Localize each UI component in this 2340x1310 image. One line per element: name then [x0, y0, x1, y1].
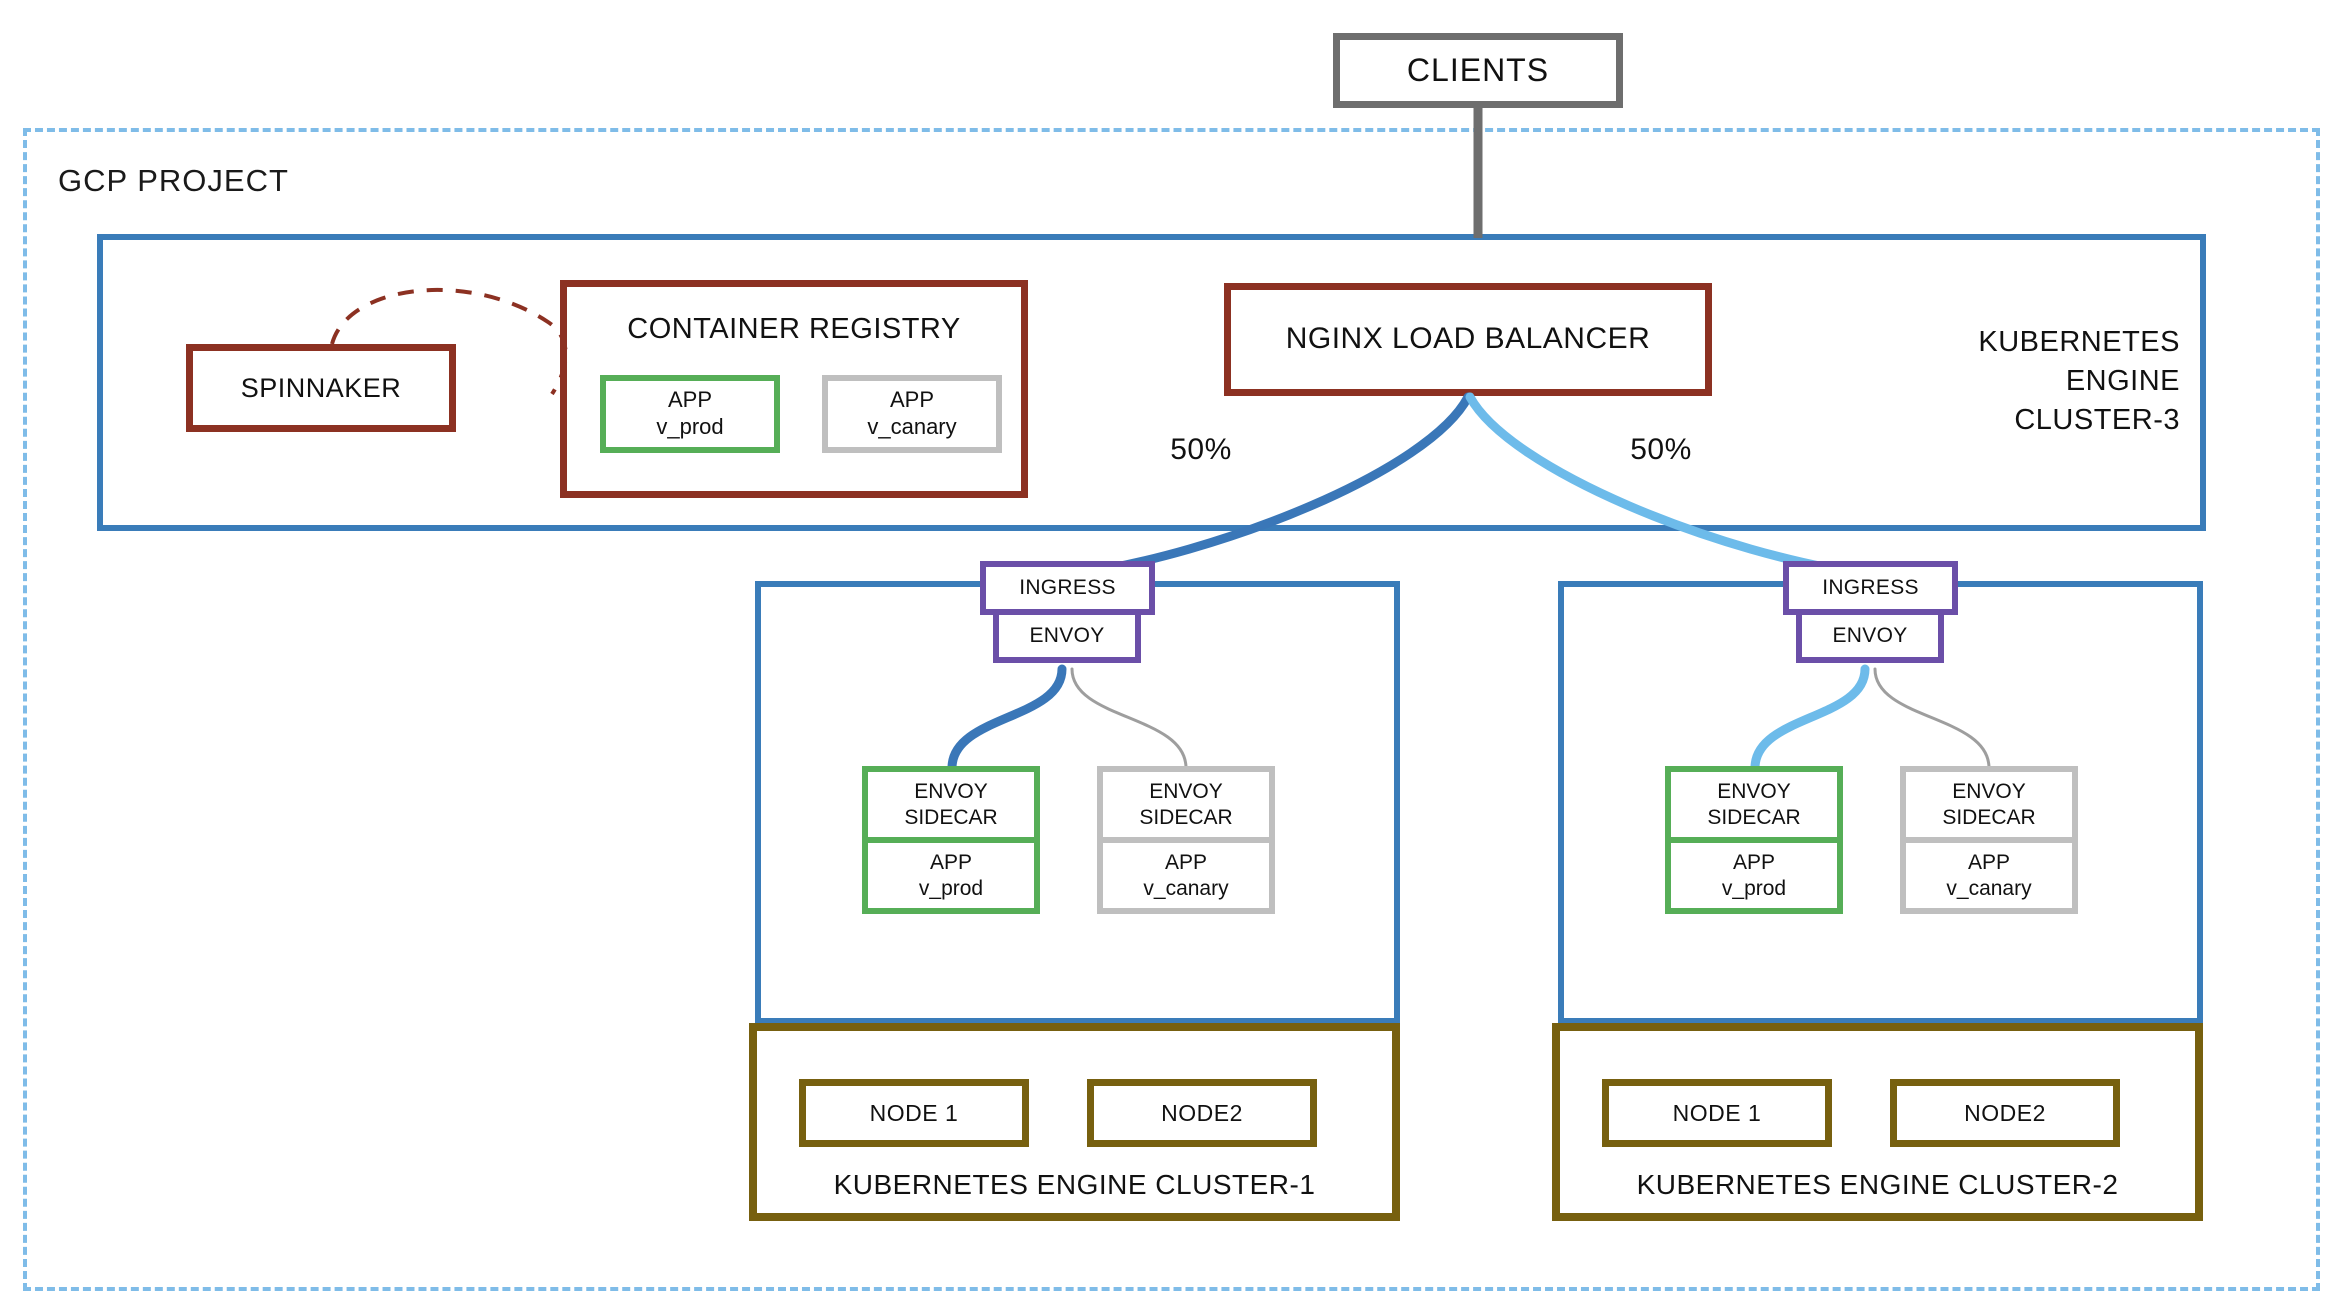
- cluster-1-pod-v-prod-sidecar-label: ENVOY SIDECAR: [904, 779, 998, 829]
- cluster-2-pod-v-prod-sidecar: ENVOY SIDECAR: [1665, 766, 1843, 840]
- cluster-1-envoy[interactable]: ENVOY: [993, 609, 1141, 663]
- registry-image-v-prod[interactable]: APP v_prod: [600, 375, 780, 453]
- cluster-2-envoy[interactable]: ENVOY: [1796, 609, 1944, 663]
- clients-label: CLIENTS: [1406, 51, 1550, 88]
- cluster-2-ingress-label: INGRESS: [1822, 576, 1919, 600]
- clients-node[interactable]: CLIENTS: [1333, 33, 1623, 108]
- registry-image-v-canary-text: APP v_canary: [867, 387, 957, 439]
- cluster-1-ingress[interactable]: INGRESS: [980, 561, 1155, 615]
- cluster-2-pod-v-prod-app: APP v_prod: [1665, 840, 1843, 914]
- cluster-1-pod-v-canary-sidecar-label: ENVOY SIDECAR: [1139, 779, 1233, 829]
- cluster-1-envoy-label: ENVOY: [1029, 624, 1105, 648]
- cluster-1-pod-v-canary[interactable]: ENVOY SIDECAR APP v_canary: [1097, 766, 1275, 914]
- spinnaker-label: SPINNAKER: [240, 372, 402, 403]
- cluster-1-node-2[interactable]: NODE2: [1087, 1079, 1317, 1147]
- container-registry-node[interactable]: CONTAINER REGISTRY APP v_prod APP v_canary: [560, 280, 1028, 498]
- cluster-1-pod-v-canary-sidecar: ENVOY SIDECAR: [1097, 766, 1275, 840]
- cluster-1-pod-v-prod-sidecar: ENVOY SIDECAR: [862, 766, 1040, 840]
- cluster-3-label-line-3: CLUSTER-3: [2014, 403, 2180, 436]
- cluster-2-pod-v-canary-sidecar-label: ENVOY SIDECAR: [1942, 779, 2036, 829]
- cluster-2-pod-v-prod[interactable]: ENVOY SIDECAR APP v_prod: [1665, 766, 1843, 914]
- container-registry-title: CONTAINER REGISTRY: [627, 313, 961, 346]
- cluster-1-node-1[interactable]: NODE 1: [799, 1079, 1029, 1147]
- cluster-3-label-line-1: KUBERNETES: [1978, 325, 2180, 358]
- nginx-load-balancer-node[interactable]: NGINX LOAD BALANCER: [1224, 283, 1712, 396]
- registry-image-v-prod-label: APP v_prod: [606, 381, 774, 447]
- cluster-2-pod-v-canary-app-label: APP v_canary: [1946, 850, 2032, 900]
- cluster-2-pod-v-prod-sidecar-label: ENVOY SIDECAR: [1707, 779, 1801, 829]
- registry-image-v-canary[interactable]: APP v_canary: [822, 375, 1002, 453]
- cluster-2-pod-v-canary[interactable]: ENVOY SIDECAR APP v_canary: [1900, 766, 2078, 914]
- nginx-load-balancer-label: NGINX LOAD BALANCER: [1285, 322, 1651, 356]
- cluster-2-pod-v-prod-app-label: APP v_prod: [1721, 850, 1787, 900]
- cluster-1-pod-v-canary-app-label: APP v_canary: [1143, 850, 1229, 900]
- traffic-label-lb-to-cluster1: 50%: [1170, 432, 1232, 466]
- cluster-1-pod-v-canary-app: APP v_canary: [1097, 840, 1275, 914]
- registry-image-v-prod-text: APP v_prod: [656, 387, 724, 439]
- gcp-project-label: GCP PROJECT: [58, 163, 289, 199]
- cluster-1-node-1-label: NODE 1: [869, 1099, 959, 1126]
- cluster-2-node-1[interactable]: NODE 1: [1602, 1079, 1832, 1147]
- diagram-canvas: GCP PROJECT CLIENTS KUBERNETES ENGINE CL…: [0, 0, 2340, 1310]
- spinnaker-node[interactable]: SPINNAKER: [186, 344, 456, 432]
- cluster-1-node-2-label: NODE2: [1161, 1099, 1243, 1126]
- traffic-label-lb-to-cluster2: 50%: [1630, 432, 1692, 466]
- cluster-1-caption: KUBERNETES ENGINE CLUSTER-1: [833, 1168, 1316, 1200]
- cluster-1-ingress-label: INGRESS: [1019, 576, 1116, 600]
- cluster-1-pod-v-prod[interactable]: ENVOY SIDECAR APP v_prod: [862, 766, 1040, 914]
- cluster-2-envoy-label: ENVOY: [1832, 624, 1908, 648]
- cluster-2-caption: KUBERNETES ENGINE CLUSTER-2: [1636, 1168, 2119, 1200]
- cluster-2-pod-v-canary-sidecar: ENVOY SIDECAR: [1900, 766, 2078, 840]
- registry-image-v-canary-label: APP v_canary: [828, 381, 996, 447]
- cluster-3-label-line-2: ENGINE: [2065, 364, 2180, 397]
- cluster-1-pod-v-prod-app: APP v_prod: [862, 840, 1040, 914]
- cluster-2-ingress[interactable]: INGRESS: [1783, 561, 1958, 615]
- cluster-2-node-2[interactable]: NODE2: [1890, 1079, 2120, 1147]
- cluster-1-pod-v-prod-app-label: APP v_prod: [918, 850, 984, 900]
- cluster-2-node-2-label: NODE2: [1964, 1099, 2046, 1126]
- cluster-2-node-1-label: NODE 1: [1672, 1099, 1762, 1126]
- cluster-2-pod-v-canary-app: APP v_canary: [1900, 840, 2078, 914]
- cluster-3-label: KUBERNETES ENGINE CLUSTER-3: [1880, 320, 2180, 440]
